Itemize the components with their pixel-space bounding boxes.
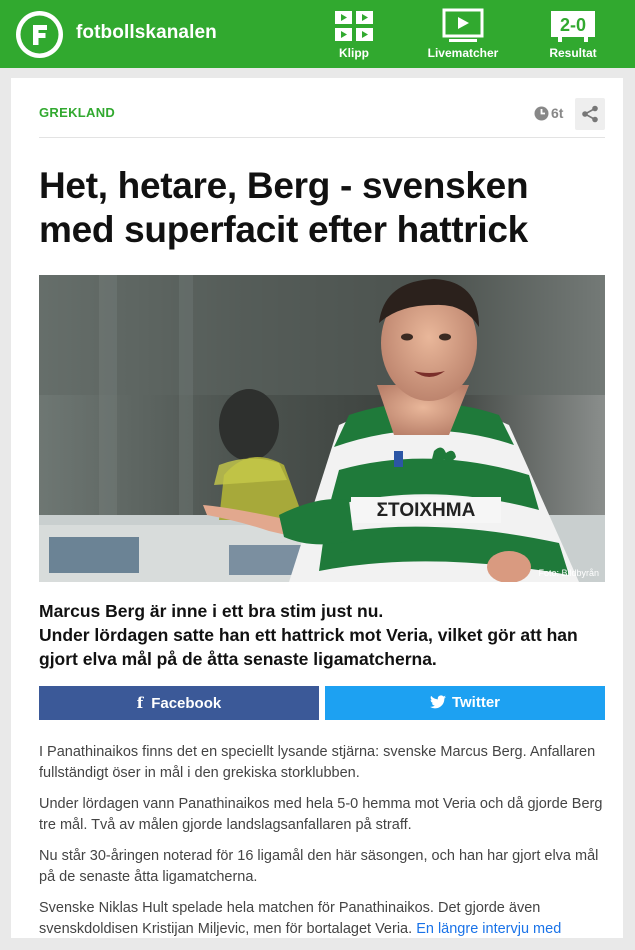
article-paragraph: I Panathinaikos finns det en speciellt l…: [39, 744, 596, 781]
nav-livematcher[interactable]: Livematcher: [422, 8, 504, 64]
twitter-bird-icon: [429, 695, 446, 709]
lead-line: Under lördagen satte han ett hattrick mo…: [39, 625, 578, 669]
header-divider: [39, 137, 605, 138]
article-paragraph: Under lördagen vann Panathinaikos med he…: [39, 796, 603, 833]
article-lead: Marcus Berg är inne i ett bra stim just …: [39, 599, 609, 671]
facebook-share-button[interactable]: f Facebook: [39, 686, 319, 720]
clock-icon: [534, 106, 549, 121]
article-card: GREKLAND 6t Het, hetare, Berg - svensken…: [11, 78, 623, 938]
logo-f-icon: [20, 15, 59, 54]
lead-line: Marcus Berg är inne i ett bra stim just …: [39, 601, 384, 621]
article-headline: Het, hetare, Berg - svensken med superfa…: [39, 165, 529, 250]
player-photo: ΣΤΟΙΧΗΜΑ: [39, 275, 605, 582]
social-share-row: f Facebook Twitter: [39, 686, 605, 720]
nav-klipp[interactable]: Klipp: [324, 8, 384, 64]
nav-livematcher-label: Livematcher: [427, 46, 499, 60]
scoreboard-icon: 2-0: [551, 11, 595, 42]
brand-name[interactable]: fotbollskanalen: [76, 22, 217, 44]
facebook-label: Facebook: [151, 695, 222, 712]
interview-link[interactable]: En längre intervju med: [416, 921, 561, 937]
twitter-share-button[interactable]: Twitter: [325, 686, 605, 720]
photo-credit: Foto: Bildbyrån: [538, 568, 599, 578]
nav-resultat-label: Resultat: [549, 46, 597, 60]
article-paragraph: Svenske Niklas Hult spelade hela matchen…: [39, 898, 609, 939]
article-hero-image[interactable]: ΣΤΟΙΧΗΜΑ Foto: Bildbyrån: [39, 275, 605, 582]
twitter-label: Twitter: [451, 694, 501, 711]
share-icon: [582, 105, 598, 123]
share-button[interactable]: [575, 98, 605, 130]
scoreboard-text: 2-0: [560, 15, 586, 35]
facebook-icon: f: [136, 694, 144, 712]
tv-icon: [442, 8, 484, 42]
article-timestamp: 6t: [534, 105, 563, 121]
article-paragraph: Nu står 30-åringen noterad för 16 ligamå…: [39, 848, 599, 885]
jersey-sponsor-text: ΣΤΟΙΧΗΜΑ: [377, 500, 476, 521]
fotbollskanalen-logo[interactable]: [16, 11, 63, 58]
time-ago-text: 6t: [551, 105, 564, 121]
top-navigation-bar: fotbollskanalen Klipp Livematcher 2-0 Re…: [0, 0, 635, 68]
grid-icon: [335, 11, 373, 41]
nav-klipp-label: Klipp: [339, 46, 369, 60]
nav-resultat[interactable]: 2-0 Resultat: [540, 8, 606, 64]
article-body: I Panathinaikos finns det en speciellt l…: [39, 742, 609, 950]
article-category[interactable]: GREKLAND: [39, 105, 115, 120]
